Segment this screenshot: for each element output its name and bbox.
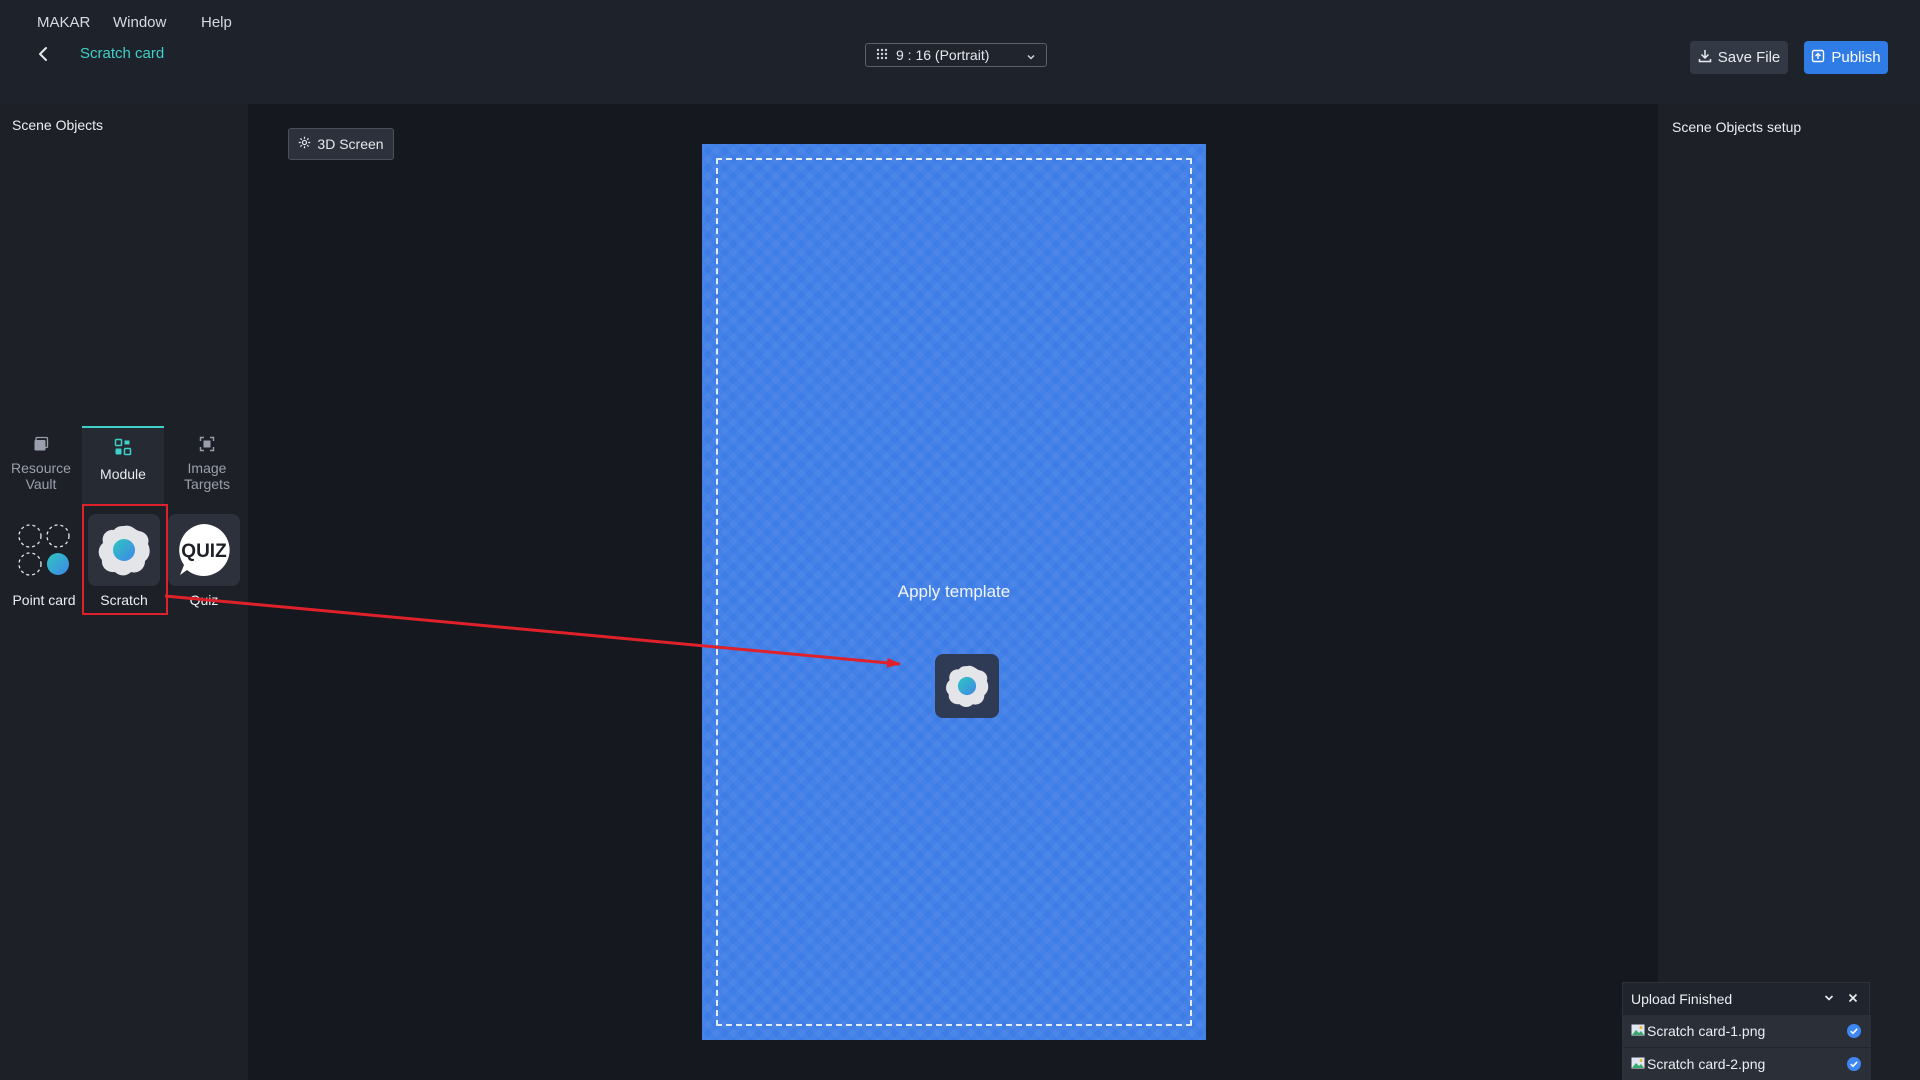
upload-file-name: Scratch card-2.png — [1647, 1056, 1766, 1072]
scene-objects-setup-title: Scene Objects setup — [1672, 119, 1802, 135]
upload-file-name: Scratch card-1.png — [1647, 1023, 1766, 1039]
gear-icon — [298, 136, 311, 152]
tab-module-label: Module — [100, 466, 146, 482]
tab-image-targets-label: Image Targets — [184, 460, 230, 492]
check-circle-icon — [1847, 1057, 1861, 1074]
aspect-ratio-label: 9 : 16 (Portrait) — [896, 47, 990, 63]
module-point-card-label: Point card — [12, 592, 76, 608]
3d-screen-label: 3D Screen — [317, 136, 384, 152]
menu-help[interactable]: Help — [201, 14, 232, 31]
project-name: Scratch card — [80, 45, 165, 62]
save-file-button[interactable]: Save File — [1690, 41, 1788, 74]
collapse-chevron-icon[interactable] — [1823, 983, 1835, 1015]
3d-screen-button[interactable]: 3D Screen — [288, 128, 394, 160]
point-card-icon — [8, 514, 80, 586]
image-target-icon — [199, 436, 215, 454]
close-icon[interactable] — [1847, 983, 1859, 1015]
asset-tabs: Resource Vault Module Image Targets — [0, 426, 248, 506]
check-circle-icon — [1847, 1024, 1861, 1041]
menu-makar[interactable]: MAKAR — [37, 14, 90, 31]
upload-file-row: Scratch card-2.png — [1623, 1048, 1871, 1080]
quiz-icon: QUIZ — [168, 514, 240, 586]
download-icon — [1698, 49, 1712, 67]
scratch-drop-icon[interactable] — [935, 654, 999, 718]
scene-objects-title: Scene Objects — [12, 117, 104, 133]
top-bar: MAKAR Window Help Scratch card 9 : 16 (P… — [0, 0, 1920, 104]
upload-title: Upload Finished — [1631, 991, 1733, 1007]
scene-objects-setup-panel: Scene Objects setup — [1658, 104, 1920, 1080]
module-point-card[interactable]: Point card — [7, 514, 81, 608]
image-stack-icon — [33, 436, 49, 454]
image-file-icon — [1631, 1023, 1645, 1039]
apply-template-text: Apply template — [897, 582, 1011, 601]
scratch-highlight-box — [82, 504, 168, 615]
portrait-screen-frame[interactable]: Apply template — [702, 144, 1206, 1040]
save-file-label: Save File — [1717, 49, 1781, 66]
module-quiz[interactable]: QUIZ Quiz — [167, 514, 241, 608]
menu-window[interactable]: Window — [113, 14, 166, 31]
publish-button[interactable]: Publish — [1804, 41, 1888, 74]
upload-status-popup: Upload Finished Scratch card-1.png Scrat… — [1622, 982, 1871, 1080]
module-grid-icon — [114, 438, 132, 456]
tab-resource-vault-label: Resource Vault — [11, 460, 71, 492]
scene-objects-panel: Scene Objects — [0, 104, 248, 426]
publish-icon — [1811, 49, 1825, 67]
chevron-down-icon — [1026, 49, 1036, 65]
tab-module[interactable]: Module — [82, 426, 164, 506]
tab-image-targets[interactable]: Image Targets — [166, 426, 248, 506]
tab-resource-vault[interactable]: Resource Vault — [0, 426, 82, 506]
upload-file-row: Scratch card-1.png — [1623, 1015, 1871, 1047]
publish-label: Publish — [1831, 49, 1881, 66]
aspect-ratio-select[interactable]: 9 : 16 (Portrait) — [865, 43, 1047, 67]
back-chevron-icon[interactable] — [34, 44, 54, 64]
image-file-icon — [1631, 1056, 1645, 1072]
quiz-icon-text: QUIZ — [181, 541, 227, 562]
upload-header: Upload Finished — [1623, 983, 1871, 1015]
module-quiz-label: Quiz — [189, 592, 219, 608]
grid-icon — [876, 47, 888, 63]
